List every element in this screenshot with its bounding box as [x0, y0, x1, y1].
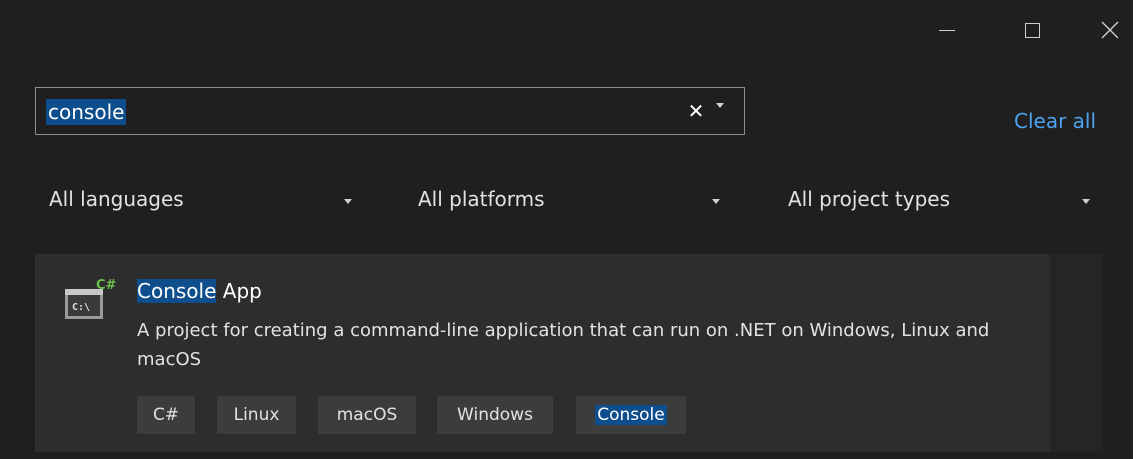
maximize-button[interactable]: [1010, 10, 1054, 50]
template-title-match: Console: [137, 279, 217, 303]
template-results-list: C:\ C# Console App A project for creatin…: [35, 254, 1103, 459]
project-type-filter-label: All project types: [788, 187, 951, 211]
close-icon: [1101, 21, 1119, 39]
tag-console: Console: [576, 396, 686, 434]
search-input[interactable]: console: [46, 99, 127, 125]
chevron-down-icon: [344, 199, 352, 204]
console-prompt-text: C:\: [72, 302, 90, 313]
clear-search-icon[interactable]: ✕: [686, 97, 706, 125]
minimize-icon: [939, 29, 955, 31]
platform-filter[interactable]: All platforms: [418, 183, 728, 219]
chevron-down-icon: [716, 103, 724, 108]
template-title: Console App: [137, 278, 262, 304]
new-project-dialog: console ✕ Clear all All languages All pl…: [0, 0, 1133, 459]
chevron-down-icon: [1082, 199, 1090, 204]
console-app-icon: C:\ C#: [65, 278, 117, 319]
minimize-button[interactable]: [925, 10, 969, 50]
results-scrollbar[interactable]: [1050, 254, 1103, 452]
template-title-rest: App: [216, 279, 262, 303]
maximize-icon: [1024, 22, 1040, 38]
clear-all-link[interactable]: Clear all: [1014, 109, 1096, 133]
tag-csharp: C#: [137, 396, 195, 434]
search-history-dropdown[interactable]: [716, 103, 724, 108]
chevron-down-icon: [712, 199, 720, 204]
tag-console-label: Console: [595, 405, 667, 425]
close-button[interactable]: [1088, 10, 1132, 50]
right-edge: [1133, 0, 1141, 459]
project-type-filter[interactable]: All project types: [788, 183, 1098, 219]
template-item-console-app[interactable]: C:\ C# Console App A project for creatin…: [35, 254, 1050, 452]
language-filter-label: All languages: [49, 187, 184, 211]
tag-windows: Windows: [437, 396, 553, 434]
tag-macos: macOS: [318, 396, 416, 434]
search-box[interactable]: console ✕: [35, 87, 745, 135]
language-filter[interactable]: All languages: [49, 183, 359, 219]
csharp-badge-text: C#: [96, 278, 117, 293]
tag-linux: Linux: [217, 396, 296, 434]
template-description: A project for creating a command-line ap…: [137, 320, 990, 370]
platform-filter-label: All platforms: [418, 187, 545, 211]
